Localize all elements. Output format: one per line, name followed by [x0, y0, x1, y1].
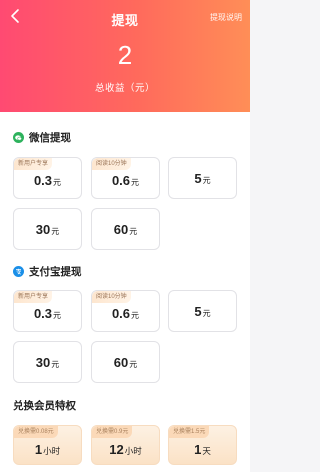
vip-option-value: 1	[194, 442, 202, 457]
wechat-title: 微信提现	[29, 132, 71, 144]
vip-option-unit: 小时	[43, 446, 61, 456]
option-value: 0.6	[111, 306, 131, 321]
total-earnings-amount: 2	[117, 40, 133, 70]
option-value: 30	[35, 355, 51, 370]
vip-option-card[interactable]: 兑换需0.9元 12小时	[91, 425, 160, 465]
wechat-option-card[interactable]: 30元	[13, 208, 82, 250]
rules-link[interactable]: 提现说明	[210, 12, 242, 23]
option-value: 30	[35, 222, 51, 237]
option-value: 0.6	[111, 173, 131, 188]
vip-option-tag: 兑换需0.08元	[14, 426, 58, 438]
option-unit: 元	[131, 178, 140, 187]
wechat-icon	[13, 132, 24, 143]
vip-section-title: 兑换会员特权	[13, 398, 76, 413]
total-earnings-label: 总收益（元）	[94, 83, 155, 94]
option-value: 5	[194, 171, 202, 186]
option-tag: 阅读10分钟	[92, 291, 131, 303]
vip-option-value: 12	[109, 442, 124, 457]
option-value: 0.3	[33, 306, 53, 321]
alipay-option-card[interactable]: 60元	[91, 341, 160, 383]
option-tag: 新用户专享	[14, 158, 53, 170]
alipay-option-card[interactable]: 5元	[168, 290, 237, 332]
vip-option-unit: 天	[202, 446, 211, 456]
vip-option-card[interactable]: 兑换需1.5元 1天	[168, 425, 237, 465]
wechat-option-card[interactable]: 新用户专享 0.3元	[13, 157, 82, 199]
option-unit: 元	[202, 309, 211, 318]
option-value: 5	[194, 304, 202, 319]
option-unit: 元	[129, 227, 138, 236]
option-unit: 元	[131, 311, 140, 320]
option-value: 0.3	[33, 173, 53, 188]
option-unit: 元	[202, 176, 211, 185]
wechat-section-title: 微信提现	[13, 130, 71, 145]
option-value: 60	[113, 355, 129, 370]
wechat-option-card[interactable]: 60元	[91, 208, 160, 250]
vip-option-unit: 小时	[124, 446, 142, 456]
vip-option-tag: 兑换需1.5元	[169, 426, 210, 438]
wechat-option-card[interactable]: 阅读10分钟 0.6元	[91, 157, 160, 199]
vip-option-value: 1	[34, 442, 43, 457]
option-unit: 元	[51, 360, 60, 369]
wechat-option-card[interactable]: 5元	[168, 157, 237, 199]
alipay-icon	[13, 266, 24, 277]
alipay-title: 支付宝提现	[29, 266, 82, 278]
vip-option-card[interactable]: 兑换需0.08元 1小时	[13, 425, 82, 465]
alipay-option-card[interactable]: 新用户专享 0.3元	[13, 290, 82, 332]
alipay-section-title: 支付宝提现	[13, 264, 82, 279]
alipay-option-card[interactable]: 阅读10分钟 0.6元	[91, 290, 160, 332]
option-tag: 阅读10分钟	[92, 158, 131, 170]
option-unit: 元	[53, 311, 62, 320]
option-unit: 元	[53, 178, 62, 187]
alipay-option-card[interactable]: 30元	[13, 341, 82, 383]
vip-title: 兑换会员特权	[13, 400, 76, 412]
header: 提现 提现说明 2 总收益（元）	[0, 0, 250, 112]
option-unit: 元	[51, 227, 60, 236]
option-value: 60	[113, 222, 129, 237]
vip-option-tag: 兑换需0.9元	[92, 426, 133, 438]
option-tag: 新用户专享	[14, 291, 53, 303]
option-unit: 元	[129, 360, 138, 369]
